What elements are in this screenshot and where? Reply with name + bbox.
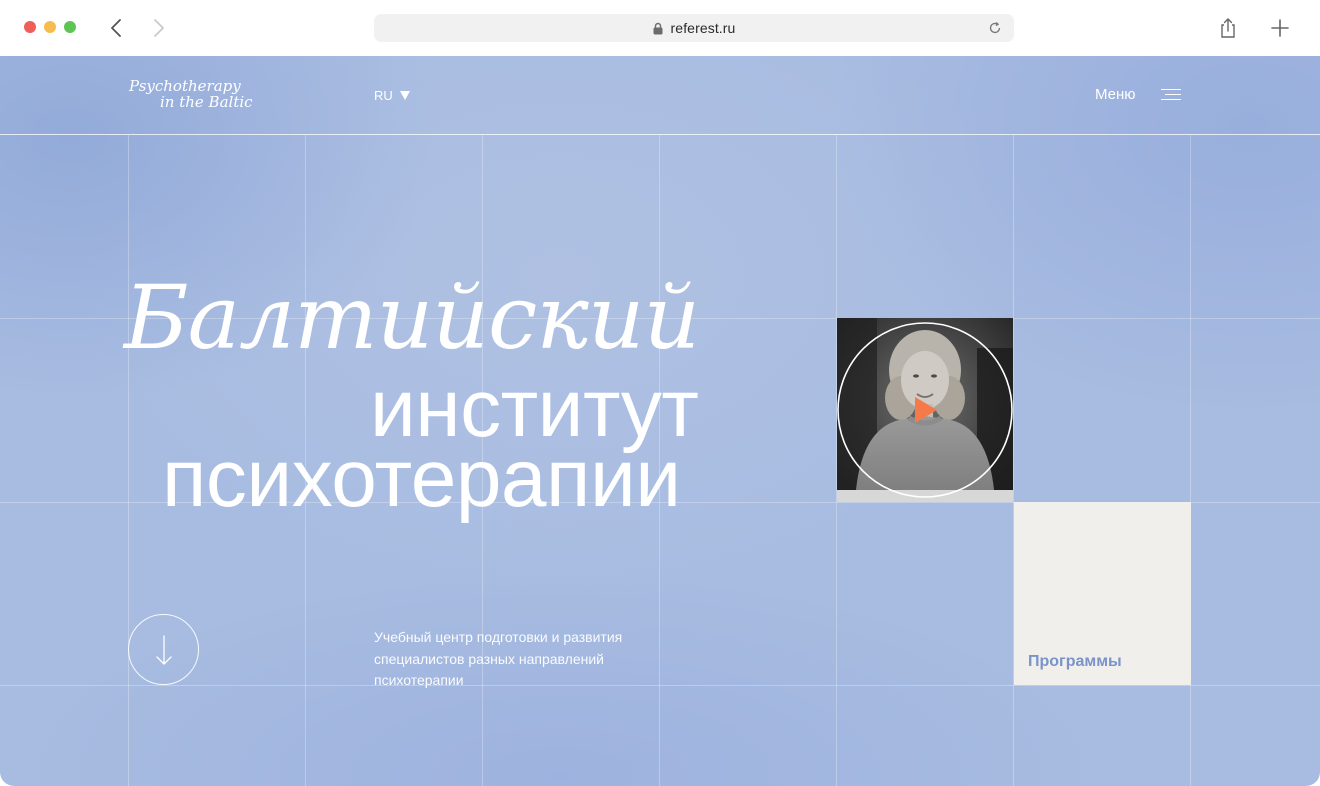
hero-title-line-3: психотерапии xyxy=(162,433,681,524)
maximize-window-button[interactable] xyxy=(64,21,76,33)
programs-label: Программы xyxy=(1028,653,1122,670)
language-selector[interactable]: RU xyxy=(374,88,410,103)
grid-line xyxy=(128,135,129,786)
menu-button[interactable]: Меню xyxy=(1095,86,1181,103)
video-thumbnail[interactable] xyxy=(837,318,1013,502)
grid-line xyxy=(1190,135,1191,786)
url-text: referest.ru xyxy=(670,20,736,36)
language-label: RU xyxy=(374,88,393,103)
back-icon xyxy=(111,19,121,37)
hero-description: Учебный центр подготовки и развития спец… xyxy=(374,629,623,688)
logo-line-1: Psychotherapy xyxy=(129,77,241,95)
video-portrait-image xyxy=(837,318,1013,502)
header-divider xyxy=(0,134,1320,135)
lock-icon xyxy=(653,22,663,34)
programs-card[interactable]: Программы xyxy=(1014,502,1191,685)
arrow-down-icon xyxy=(155,634,172,665)
reload-icon[interactable] xyxy=(988,21,1002,35)
grid-line xyxy=(0,685,1320,686)
caret-down-icon xyxy=(399,91,410,100)
site-logo[interactable]: Psychotherapy in the Baltic xyxy=(129,78,259,114)
hamburger-icon xyxy=(1160,88,1181,101)
hero-title-italic: Балтийский xyxy=(124,266,700,369)
forward-button[interactable] xyxy=(148,16,170,40)
scroll-down-button[interactable] xyxy=(128,614,199,685)
new-tab-button[interactable] xyxy=(1268,16,1292,40)
web-page: Psychotherapy in the Baltic RU Меню Балт… xyxy=(0,56,1320,786)
grid-line xyxy=(1013,135,1014,786)
plus-icon xyxy=(1271,19,1289,37)
close-window-button[interactable] xyxy=(24,21,36,33)
minimize-window-button[interactable] xyxy=(44,21,56,33)
address-bar[interactable]: referest.ru xyxy=(374,14,1014,42)
logo-line-2: in the Baltic xyxy=(160,93,253,111)
back-button[interactable] xyxy=(105,16,127,40)
share-icon xyxy=(1221,18,1235,38)
browser-toolbar: referest.ru xyxy=(0,0,1320,56)
share-button[interactable] xyxy=(1217,16,1239,40)
menu-label: Меню xyxy=(1095,86,1136,103)
forward-icon xyxy=(154,19,164,37)
